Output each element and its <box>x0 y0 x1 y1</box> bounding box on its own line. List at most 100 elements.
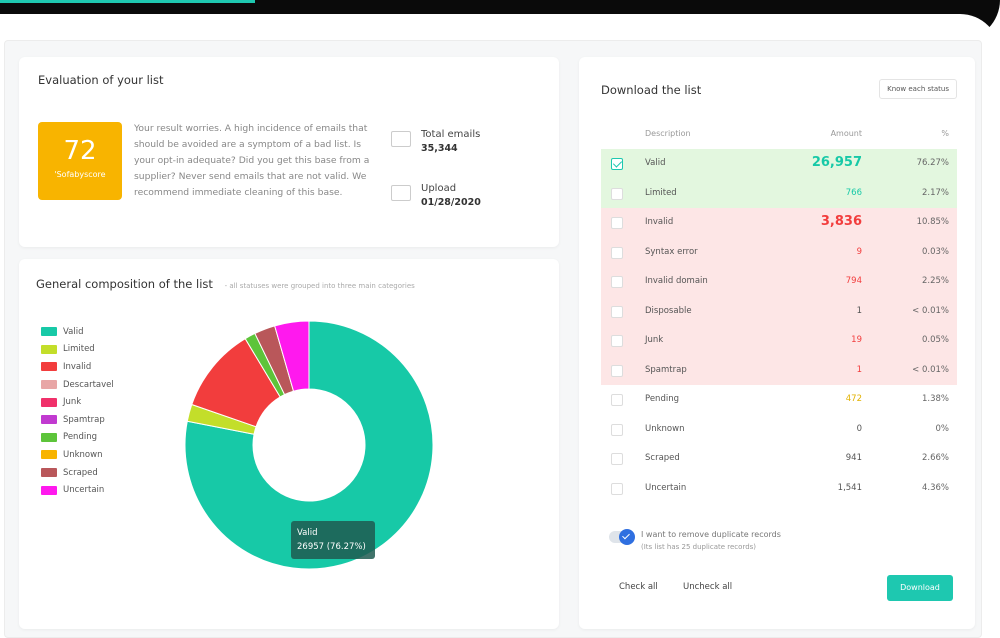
composition-title: General composition of the list <box>36 277 213 291</box>
row-description: Pending <box>645 394 679 404</box>
row-percent: 0.03% <box>921 246 949 257</box>
table-row: Valid 26,957 76.27% <box>601 149 957 179</box>
legend-label: Limited <box>63 344 95 355</box>
table-row: Junk 19 0.05% <box>601 326 957 356</box>
legend-item[interactable]: Scraped <box>41 464 114 482</box>
row-checkbox[interactable] <box>611 187 623 200</box>
row-percent: 76.27% <box>916 158 949 168</box>
row-amount: 9 <box>856 246 862 257</box>
row-description: Invalid domain <box>645 276 708 286</box>
table-row: Uncertain 1,541 4.36% <box>601 474 957 504</box>
row-checkbox[interactable] <box>611 335 623 347</box>
row-description: Valid <box>645 158 666 168</box>
uncheck-all-button[interactable]: Uncheck all <box>683 582 732 592</box>
header-description: Description <box>645 129 691 138</box>
tooltip-label: Valid <box>297 528 318 538</box>
row-description: Junk <box>645 335 664 345</box>
legend-item[interactable]: Descartavel <box>41 376 114 394</box>
row-checkbox[interactable] <box>611 423 623 436</box>
app-frame: Evaluation of your list 72 'Sofabyscore … <box>0 14 1000 638</box>
row-amount: 1,541 <box>837 482 862 493</box>
row-checkbox[interactable] <box>611 394 623 406</box>
legend-swatch <box>41 397 57 407</box>
download-card: Download the list Know each status Descr… <box>579 57 975 629</box>
remove-duplicates-toggle[interactable] <box>609 529 635 545</box>
table-row: Scraped 941 2.66% <box>601 444 957 474</box>
row-checkbox[interactable] <box>611 276 623 288</box>
row-checkbox[interactable] <box>611 482 623 495</box>
legend-swatch <box>41 327 57 337</box>
row-amount: 26,957 <box>811 155 862 170</box>
table-row: Invalid domain 794 2.25% <box>601 267 957 297</box>
table-row: Pending 472 1.38% <box>601 385 957 415</box>
table-row: Limited 766 2.17% <box>601 178 957 208</box>
legend-swatch <box>41 415 57 425</box>
table-row: Spamtrap 1 < 0.01% <box>601 355 957 385</box>
row-amount: 19 <box>851 335 862 345</box>
row-percent: < 0.01% <box>912 305 949 316</box>
row-amount: 3,836 <box>820 214 862 229</box>
duplicates-label: I want to remove duplicate records <box>641 530 781 539</box>
row-description: Spamtrap <box>645 364 687 375</box>
table-row: Syntax error 9 0.03% <box>601 237 957 267</box>
legend-item[interactable]: Unknown <box>41 446 114 464</box>
status-table: Valid 26,957 76.27% Limited 766 2.17% Invalid 3… <box>601 149 957 503</box>
composition-subtitle: - all statuses were grouped into three m… <box>224 282 415 290</box>
row-checkbox[interactable] <box>611 305 623 318</box>
row-percent: 0% <box>935 423 950 434</box>
header-amount: Amount <box>830 129 862 138</box>
row-checkbox[interactable] <box>611 246 623 259</box>
legend-swatch <box>41 380 57 390</box>
row-amount: 472 <box>845 394 862 404</box>
row-percent: 10.85% <box>916 217 949 227</box>
legend-label: Pending <box>63 432 97 443</box>
evaluation-description: Your result worries. A high incidence of… <box>134 123 370 198</box>
row-amount: 1 <box>856 364 862 375</box>
legend-item[interactable]: Limited <box>41 341 114 359</box>
legend-swatch <box>41 450 57 460</box>
legend-label: Valid <box>63 326 84 337</box>
composition-title-wrap: General composition of the list - all st… <box>36 277 415 291</box>
header-percent: % <box>941 129 949 138</box>
row-amount: 766 <box>845 187 862 198</box>
legend-label: Invalid <box>63 361 92 372</box>
score-value: 72 <box>63 136 97 166</box>
download-button[interactable]: Download <box>887 575 953 601</box>
table-row: Unknown 0 0% <box>601 415 957 445</box>
row-checkbox[interactable] <box>611 158 623 170</box>
legend-swatch <box>41 344 57 354</box>
score-label: 'Sofabyscore <box>54 170 106 179</box>
row-checkbox[interactable] <box>611 453 623 465</box>
legend-swatch <box>41 485 57 495</box>
row-percent: 0.05% <box>921 335 949 345</box>
tooltip-value: 26957 (76.27%) <box>297 542 366 552</box>
legend-item[interactable]: Valid <box>41 323 114 341</box>
legend-item[interactable]: Spamtrap <box>41 411 114 429</box>
row-percent: 1.38% <box>921 394 949 404</box>
row-percent: 2.66% <box>921 453 949 463</box>
legend-item[interactable]: Pending <box>41 429 114 447</box>
row-percent: < 0.01% <box>912 364 949 375</box>
email-icon <box>391 131 411 147</box>
row-checkbox[interactable] <box>611 364 623 377</box>
legend-item[interactable]: Invalid <box>41 358 114 376</box>
check-all-button[interactable]: Check all <box>619 582 658 592</box>
evaluation-card: Evaluation of your list 72 'Sofabyscore … <box>19 57 559 247</box>
row-amount: 941 <box>845 453 862 463</box>
score-badge: 72 'Sofabyscore <box>38 122 122 200</box>
legend-swatch <box>41 468 57 478</box>
know-each-status-button[interactable]: Know each status <box>879 79 957 99</box>
legend-item[interactable]: Junk <box>41 393 114 411</box>
chart-legend: Valid Limited Invalid Descartavel Junk Spamtr… <box>41 323 114 499</box>
row-checkbox[interactable] <box>611 217 623 229</box>
legend-swatch <box>41 432 57 442</box>
row-description: Disposable <box>645 305 692 316</box>
row-amount: 1 <box>856 305 862 316</box>
row-amount: 794 <box>845 276 862 286</box>
row-description: Syntax error <box>645 246 698 257</box>
legend-label: Descartavel <box>63 379 114 390</box>
row-description: Uncertain <box>645 482 687 493</box>
legend-label: Uncertain <box>63 485 105 496</box>
legend-label: Unknown <box>63 449 103 460</box>
legend-item[interactable]: Uncertain <box>41 481 114 499</box>
